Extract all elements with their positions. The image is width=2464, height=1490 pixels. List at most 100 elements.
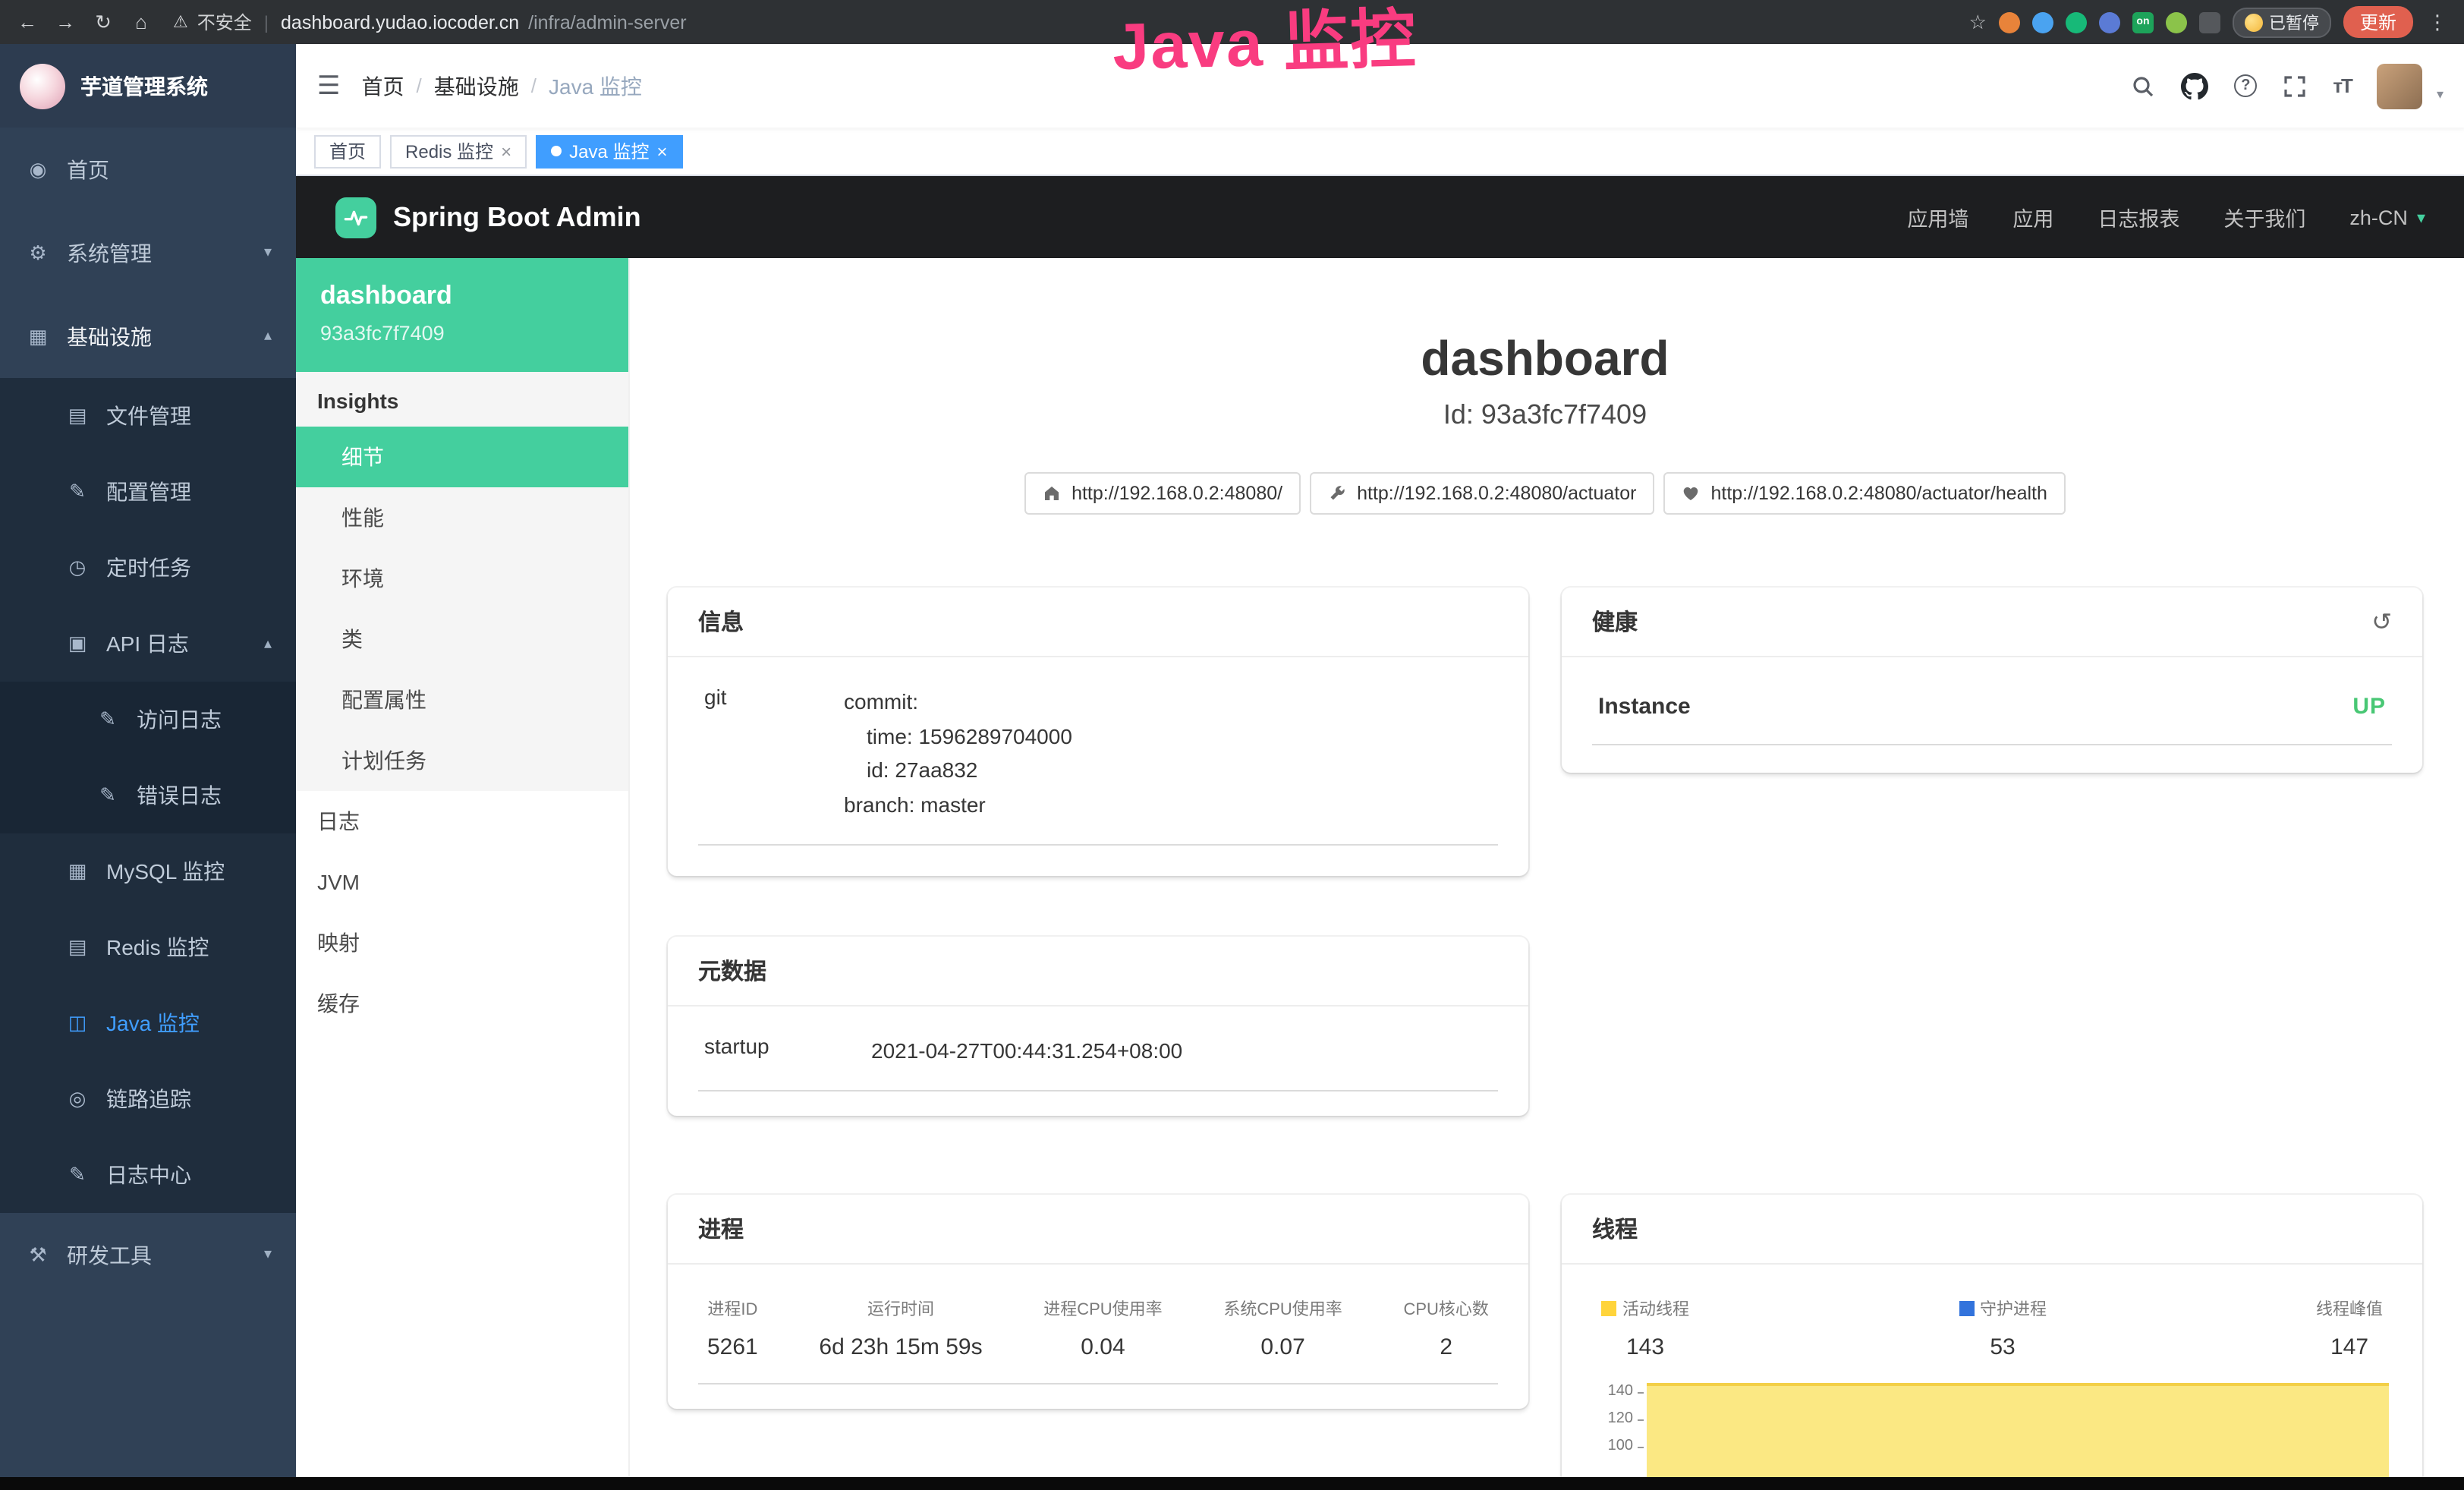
fullscreen-icon[interactable] xyxy=(2283,74,2307,98)
extension-icon-6[interactable] xyxy=(2199,11,2220,33)
sba-nav-about[interactable]: 关于我们 xyxy=(2223,202,2305,232)
sba-brand-title: Spring Boot Admin xyxy=(393,201,641,233)
card-title: 健康 xyxy=(1592,606,1638,638)
paused-label: 已暂停 xyxy=(2269,10,2319,34)
extension-icon-4[interactable] xyxy=(2099,11,2120,33)
legend-peak-threads: 线程峰值 147 xyxy=(2316,1296,2383,1360)
sidebar-item-log-center[interactable]: ✎ 日志中心 xyxy=(0,1137,296,1213)
sidebar-item-dev-tools[interactable]: ⚒ 研发工具 ▾ xyxy=(0,1213,296,1296)
extension-badge-on[interactable]: on xyxy=(2132,11,2154,33)
font-size-icon[interactable]: ᴛT xyxy=(2333,74,2352,97)
actuator-url-link[interactable]: http://192.168.0.2:48080/actuator xyxy=(1310,472,1654,515)
browser-back-icon[interactable]: ← xyxy=(15,11,39,33)
sba-sidebar: dashboard 93a3fc7f7409 Insights 细节 性能 环境… xyxy=(296,258,630,1490)
header-actions: ? ᴛT ▾ xyxy=(2131,63,2444,109)
close-icon[interactable]: × xyxy=(501,142,511,160)
profile-paused-badge[interactable]: 已暂停 xyxy=(2233,7,2331,37)
link-label: http://192.168.0.2:48080/actuator xyxy=(1357,483,1636,504)
browser-menu-icon[interactable]: ⋮ xyxy=(2425,10,2450,34)
sidebar-item-system[interactable]: ⚙ 系统管理 ▾ xyxy=(0,211,296,295)
sba-item-classes[interactable]: 类 xyxy=(296,609,628,669)
breadcrumb-current: Java 监控 xyxy=(549,71,642,101)
breadcrumb-home[interactable]: 首页 xyxy=(362,71,404,101)
sba-nav-journal[interactable]: 日志报表 xyxy=(2097,202,2179,232)
status-badge: UP xyxy=(2352,694,2386,720)
search-icon[interactable] xyxy=(2131,74,2155,98)
app-logo[interactable]: 芋道管理系统 xyxy=(0,44,296,128)
sba-item-mappings[interactable]: 映射 xyxy=(296,912,628,973)
browser-toolbar-right: ☆ on 已暂停 更新 ⋮ xyxy=(1969,6,2450,38)
tab-redis[interactable]: Redis 监控 × xyxy=(390,134,527,168)
sba-nav-applications[interactable]: 应用 xyxy=(2012,202,2053,232)
sidebar-item-job[interactable]: ◷ 定时任务 xyxy=(0,530,296,606)
sidebar-item-redis[interactable]: ▤ Redis 监控 xyxy=(0,909,296,985)
sidebar-item-java[interactable]: ◫ Java 监控 xyxy=(0,985,296,1061)
sidebar-item-infra[interactable]: ▦ 基础设施 ▴ xyxy=(0,295,296,378)
cards-right-column: 健康 ↺ Instance UP xyxy=(1562,587,2422,1490)
update-button[interactable]: 更新 xyxy=(2343,6,2413,38)
sba-nav-wallboard[interactable]: 应用墙 xyxy=(1907,202,1968,232)
tab-home[interactable]: 首页 xyxy=(314,134,381,168)
sba-item-environment[interactable]: 环境 xyxy=(296,548,628,609)
admin-sidebar: 芋道管理系统 ◉ 首页 ⚙ 系统管理 ▾ ▦ 基础设施 ▴ ▤ xyxy=(0,44,296,1490)
browser-home-icon[interactable]: ⌂ xyxy=(129,11,153,33)
user-avatar[interactable] xyxy=(2377,63,2423,109)
tabs-bar: 首页 Redis 监控 × Java 监控 × xyxy=(296,128,2464,176)
sba-item-config-props[interactable]: 配置属性 xyxy=(296,669,628,730)
sidebar-item-config[interactable]: ✎ 配置管理 xyxy=(0,454,296,530)
live-threads-swatch xyxy=(1601,1301,1616,1316)
stat-uptime: 运行时间 6d 23h 15m 59s xyxy=(819,1296,982,1360)
sidebar-item-home[interactable]: ◉ 首页 xyxy=(0,128,296,211)
health-url-link[interactable]: http://192.168.0.2:48080/actuator/health xyxy=(1663,472,2065,515)
sidebar-item-label: 链路追踪 xyxy=(106,1084,191,1114)
breadcrumb-separator: / xyxy=(417,74,422,97)
layers-icon: ▤ xyxy=(64,935,91,959)
browser-forward-icon[interactable]: → xyxy=(53,11,77,33)
legend-daemon-threads: 守护进程 53 xyxy=(1959,1296,2047,1360)
extension-icon-5[interactable] xyxy=(2166,11,2187,33)
sidebar-item-access-log[interactable]: ✎ 访问日志 xyxy=(0,682,296,758)
gear-icon: ⚙ xyxy=(24,241,52,265)
tab-java[interactable]: Java 监控 × xyxy=(536,134,682,168)
card-title: 进程 xyxy=(698,1213,744,1245)
instance-header[interactable]: dashboard 93a3fc7f7409 xyxy=(296,258,628,372)
sidebar-item-api-log[interactable]: ▣ API 日志 ▴ xyxy=(0,606,296,682)
close-icon[interactable]: × xyxy=(656,142,667,160)
history-icon[interactable]: ↺ xyxy=(2371,606,2392,637)
sidebar-item-mysql[interactable]: ▦ MySQL 监控 xyxy=(0,833,296,909)
home-icon xyxy=(1043,484,1061,502)
instance-links: http://192.168.0.2:48080/ http://192.168… xyxy=(668,472,2422,515)
url-path: /infra/admin-server xyxy=(528,11,686,33)
sba-item-jvm[interactable]: JVM xyxy=(296,852,628,912)
sba-item-performance[interactable]: 性能 xyxy=(296,487,628,548)
sba-item-logs[interactable]: 日志 xyxy=(296,791,628,852)
sba-item-caches[interactable]: 缓存 xyxy=(296,973,628,1034)
locale-select[interactable]: zh-CN ▾ xyxy=(2349,206,2425,228)
sidebar-item-error-log[interactable]: ✎ 错误日志 xyxy=(0,758,296,833)
extension-icon-1[interactable] xyxy=(1999,11,2020,33)
sba-brand[interactable]: Spring Boot Admin xyxy=(335,197,641,238)
health-instance-row: Instance UP xyxy=(1592,669,2392,745)
github-icon[interactable] xyxy=(2181,72,2208,99)
hamburger-icon[interactable]: ☰ xyxy=(317,71,341,101)
sidebar-item-label: Java 监控 xyxy=(106,1008,200,1038)
card-title: 元数据 xyxy=(698,955,766,987)
metadata-card: 元数据 startup 2021-04-27T00:44:31.254+08:0… xyxy=(668,937,1528,1116)
browser-reload-icon[interactable]: ↻ xyxy=(91,10,115,34)
extension-icon-3[interactable] xyxy=(2066,11,2087,33)
help-icon[interactable]: ? xyxy=(2234,74,2257,97)
sba-item-details[interactable]: 细节 xyxy=(296,427,628,487)
address-bar[interactable]: ⚠ 不安全 | dashboard.yudao.iocoder.cn/infra… xyxy=(167,9,1956,35)
sidebar-item-file[interactable]: ▤ 文件管理 xyxy=(0,378,296,454)
sba-item-scheduled-tasks[interactable]: 计划任务 xyxy=(296,730,628,791)
breadcrumb-infra[interactable]: 基础设施 xyxy=(434,71,519,101)
instance-url-link[interactable]: http://192.168.0.2:48080/ xyxy=(1024,472,1301,515)
extension-icon-2[interactable] xyxy=(2032,11,2053,33)
bookmark-star-icon[interactable]: ☆ xyxy=(1969,10,1987,34)
dashboard-icon: ◉ xyxy=(24,157,52,181)
spring-boot-admin-logo-icon xyxy=(335,197,376,238)
instance-name: dashboard xyxy=(320,281,604,311)
url-separator: | xyxy=(264,11,269,33)
sidebar-item-trace[interactable]: ◎ 链路追踪 xyxy=(0,1061,296,1137)
info-value: commit: time: 1596289704000 id: 27aa832 … xyxy=(844,685,1492,822)
